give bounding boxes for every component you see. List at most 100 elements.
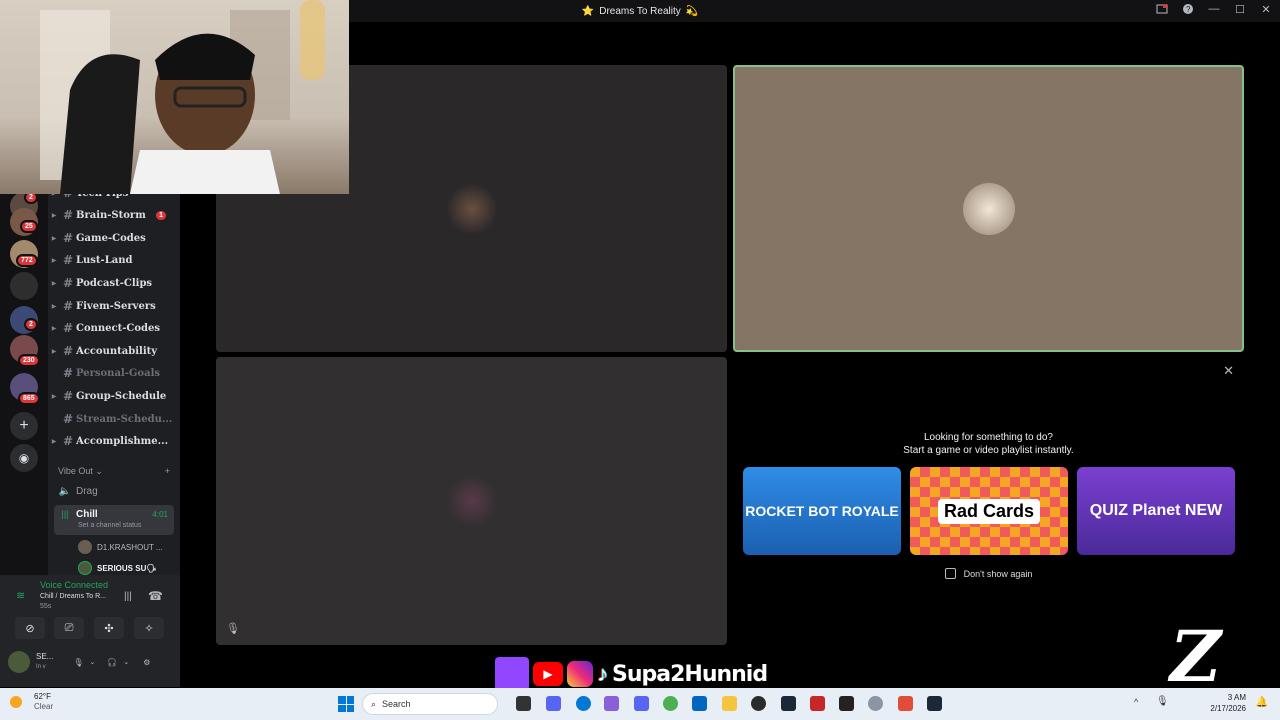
chevron-right-icon: ▶ <box>51 279 57 287</box>
game-card[interactable]: Rad Cards <box>910 467 1068 555</box>
activity-promo: ✕ Looking for something to do? Start a g… <box>733 357 1244 647</box>
chevron-down-icon[interactable]: ⌄ <box>90 658 96 666</box>
weather-widget[interactable]: 62°F Clear <box>20 692 53 712</box>
hash-icon: # <box>62 389 74 403</box>
inbox-icon[interactable] <box>1156 3 1168 15</box>
checkbox[interactable] <box>944 568 956 579</box>
voice-channel-link[interactable]: Chill / Dreams To R... <box>40 593 106 600</box>
game-title: QUIZ Planet NEW <box>1089 502 1223 519</box>
start-icon[interactable] <box>338 696 354 712</box>
hash-icon: # <box>62 344 74 358</box>
channel-item[interactable]: ▶ # Game-Codes <box>48 228 178 248</box>
channel-item[interactable]: # Stream-Schedu... <box>48 409 178 429</box>
hash-icon: # <box>62 321 74 335</box>
participant-tile-speaking[interactable] <box>733 65 1244 352</box>
app-icon[interactable] <box>839 696 854 711</box>
voice-duration: 55s <box>40 603 52 610</box>
add-channel-icon[interactable]: + <box>165 466 170 477</box>
server-badge: 25 <box>20 220 38 233</box>
chrome-icon[interactable] <box>663 696 678 711</box>
camera-off-button[interactable]: ⊘ <box>15 617 45 639</box>
game-title: Rad Cards <box>937 498 1041 524</box>
discord-icon[interactable] <box>634 696 649 711</box>
obs-icon[interactable] <box>751 696 766 711</box>
speaker-icon: 🔈 <box>58 485 72 497</box>
headphones-icon[interactable]: 🎧 <box>107 658 117 667</box>
user-bar[interactable]: SE... In v 🎙 ⌄ 🎧 ⌄ ⚙ <box>8 651 150 673</box>
folder-icon[interactable] <box>722 696 737 711</box>
channel-item[interactable]: # Personal-Goals <box>48 363 178 383</box>
category-label: Vibe Out <box>58 466 93 476</box>
temperature: 62°F <box>34 692 51 701</box>
channel-item[interactable]: ▶ # Brain-Storm 1 <box>48 205 178 225</box>
microphone-icon[interactable]: 🎙 <box>73 658 83 667</box>
hash-icon: # <box>62 412 74 426</box>
explore-icon[interactable]: ◉ <box>10 444 38 472</box>
steam-icon[interactable] <box>781 696 796 711</box>
discord-app-icon[interactable] <box>546 696 561 711</box>
voice-user[interactable]: SERIOUS SU🗣 <box>78 561 157 575</box>
channel-item[interactable]: ▶ # Lust-Land <box>48 250 178 270</box>
voice-category[interactable]: Vibe Out ⌄ + <box>58 466 170 477</box>
store-icon[interactable] <box>692 696 707 711</box>
disconnect-icon[interactable]: ☎ <box>148 589 163 603</box>
game-card[interactable]: ROCKET BOT ROYALE <box>743 467 901 555</box>
minimize-icon[interactable]: — <box>1208 3 1220 15</box>
channel-name: Brain-Storm <box>76 209 146 221</box>
channel-item[interactable]: ▶ # Fivem-Servers <box>48 296 178 316</box>
hash-icon: # <box>62 299 74 313</box>
microphone-icon[interactable]: 🎙 <box>1156 696 1169 707</box>
noise-suppression-icon[interactable]: ||| <box>124 591 132 602</box>
chevron-right-icon: ▶ <box>51 324 57 332</box>
voice-channel-name: Chill <box>76 509 98 520</box>
close-window-icon[interactable]: ✕ <box>1260 3 1272 16</box>
soundboard-button[interactable]: ✧ <box>134 617 164 639</box>
dont-show-again[interactable]: Don't show again <box>733 568 1244 579</box>
hash-icon: # <box>62 276 74 290</box>
activities-button[interactable]: ✣ <box>94 617 124 639</box>
settings-icon[interactable] <box>868 696 883 711</box>
channel-item[interactable]: ▶ # Accountability <box>48 341 178 361</box>
chevron-down-icon[interactable]: ⌄ <box>123 658 129 666</box>
search-icon: ⌕ <box>371 698 377 709</box>
participant-tile[interactable]: 🎙 <box>216 357 727 645</box>
tiktok-icon: ♪ <box>597 661 608 686</box>
signal-icon[interactable]: ≋ <box>16 589 25 602</box>
channel-name: Stream-Schedu... <box>76 413 173 425</box>
channel-item[interactable]: ▶ # Podcast-Clips <box>48 273 178 293</box>
voice-user-name: D1.KRASHOUT ... <box>97 542 163 552</box>
close-icon[interactable]: ✕ <box>1223 363 1234 379</box>
chevron-up-icon[interactable]: ^ <box>1134 697 1138 707</box>
notification-icon[interactable]: 🔔 <box>1256 697 1268 708</box>
steam-icon[interactable] <box>927 696 942 711</box>
maximize-icon[interactable]: ☐ <box>1234 3 1246 16</box>
server-icon[interactable] <box>10 272 38 300</box>
settings-gear-icon[interactable]: ⚙ <box>143 658 150 667</box>
edge-icon[interactable] <box>576 696 591 711</box>
app-icon[interactable] <box>898 696 913 711</box>
channel-status[interactable]: Set a channel status <box>78 522 141 529</box>
server-badge: 2 <box>24 318 38 331</box>
help-icon[interactable]: ? <box>1182 3 1194 15</box>
server-icon: ⭐ <box>581 5 595 17</box>
activity-subheading: Start a game or video playlist instantly… <box>903 445 1074 456</box>
channel-item[interactable]: ▶ # Accomplishme... <box>48 431 178 451</box>
server-badge: 230 <box>18 354 40 367</box>
taskbar-search[interactable]: ⌕ Search <box>362 693 498 715</box>
system-clock[interactable]: 3 AM 2/17/2026 <box>1210 692 1246 714</box>
voice-channel-active[interactable]: ||| Chill 4:01 Set a channel status <box>54 505 174 535</box>
channel-item[interactable]: ▶ # Group-Schedule <box>48 386 178 406</box>
add-server-icon[interactable]: + <box>10 412 38 440</box>
app-icon[interactable] <box>604 696 619 711</box>
voice-channel[interactable]: 🔈 Drag <box>54 481 174 501</box>
channel-item[interactable]: ▶ # Connect-Codes <box>48 318 178 338</box>
chevron-right-icon: ▶ <box>51 437 57 445</box>
voice-user[interactable]: D1.KRASHOUT ... <box>78 540 163 554</box>
activity-heading: Looking for something to do? <box>924 432 1053 443</box>
participant-avatar <box>962 182 1015 235</box>
screen-share-button[interactable]: ⎚ <box>54 617 84 639</box>
game-card[interactable]: QUIZ Planet NEW <box>1077 467 1235 555</box>
task-view-icon[interactable] <box>516 696 531 711</box>
adobe-icon[interactable] <box>810 696 825 711</box>
search-placeholder: Search <box>382 699 411 709</box>
